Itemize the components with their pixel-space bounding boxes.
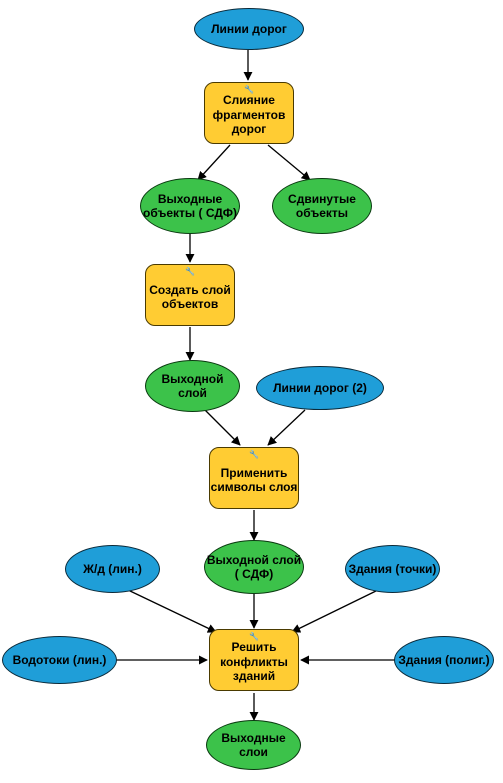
tool-create-object-layer: 🔧 Создать слой объектов (145, 264, 235, 326)
hammer-icon: 🔧 (185, 267, 195, 277)
node-watercourses-lines: Водотоки (лин.) (2, 636, 117, 684)
node-output-layer-sdf: Выходной слой ( СДФ) (204, 540, 304, 594)
node-output-objects-sdf: Выходные объекты ( СДФ) (140, 178, 240, 234)
node-road-lines-2: Линии дорог (2) (256, 366, 384, 410)
node-buildings-points: Здания (точки) (345, 545, 440, 593)
node-output-layers: Выходные слои (206, 720, 301, 770)
node-label: Линии дорог (2) (273, 381, 367, 395)
node-output-layer: Выходной слой (145, 360, 240, 412)
node-label: Применить символы слоя (210, 466, 298, 495)
node-label: Здания (полиг.) (398, 653, 489, 667)
node-label: Создать слой объектов (146, 283, 234, 312)
hammer-icon: 🔧 (249, 450, 259, 460)
node-label: Выходные слои (207, 731, 300, 760)
node-label: Выходные объекты ( СДФ) (141, 192, 239, 221)
node-label: Сдвинутые объекты (273, 192, 371, 221)
node-shifted-objects: Сдвинутые объекты (272, 178, 372, 234)
tool-merge-road-fragments: 🔧 Слияние фрагментов дорог (204, 82, 294, 144)
tool-apply-layer-symbols: 🔧 Применить символы слоя (209, 447, 299, 509)
node-label: Решить конфликты зданий (210, 640, 298, 683)
node-label: Водотоки (лин.) (13, 653, 107, 667)
node-label: Выходной слой (146, 372, 239, 401)
node-label: Линии дорог (211, 22, 287, 36)
node-buildings-polygons: Здания (полиг.) (394, 636, 494, 684)
tool-resolve-building-conflicts: 🔧 Решить конфликты зданий (209, 629, 299, 691)
node-label: Здания (точки) (349, 562, 437, 576)
node-label: Ж/д (лин.) (83, 562, 142, 576)
node-railways-lines: Ж/д (лин.) (65, 545, 160, 593)
node-label: Выходной слой ( СДФ) (205, 553, 303, 582)
node-label: Слияние фрагментов дорог (205, 93, 293, 136)
node-road-lines: Линии дорог (194, 8, 304, 50)
